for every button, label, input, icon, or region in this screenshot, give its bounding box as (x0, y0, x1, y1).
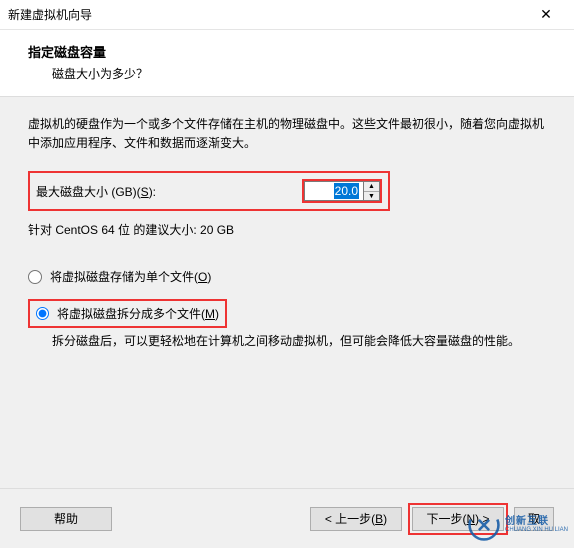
next-button-highlight: 下一步(N) > (408, 503, 508, 535)
disk-storage-radio-group: 将虚拟磁盘存储为单个文件(O) 将虚拟磁盘拆分成多个文件(M) 拆分磁盘后，可以… (28, 266, 546, 351)
radio-multi-file-highlight: 将虚拟磁盘拆分成多个文件(M) (28, 299, 227, 328)
help-button[interactable]: 帮助 (20, 507, 112, 531)
titlebar: 新建虚拟机向导 ✕ (0, 0, 574, 30)
wizard-header: 指定磁盘容量 磁盘大小为多少？ (0, 30, 574, 97)
page-title: 指定磁盘容量 (28, 42, 546, 61)
disk-size-input[interactable] (304, 181, 364, 201)
description-text: 虚拟机的硬盘作为一个或多个文件存储在主机的物理磁盘中。这些文件最初很小，随着您向… (28, 115, 546, 153)
recommended-size-text: 针对 CentOS 64 位 的建议大小: 20 GB (28, 221, 546, 238)
radio-multi-file-input[interactable] (36, 307, 49, 320)
close-button[interactable]: ✕ (526, 1, 566, 29)
back-button[interactable]: < 上一步(B) (310, 507, 402, 531)
radio-single-file-input[interactable] (28, 270, 42, 284)
next-button[interactable]: 下一步(N) > (412, 507, 504, 531)
cancel-button[interactable]: 取 (514, 507, 554, 531)
wizard-content: 虚拟机的硬盘作为一个或多个文件存储在主机的物理磁盘中。这些文件最初很小，随着您向… (0, 97, 574, 525)
radio-single-file-label: 将虚拟磁盘存储为单个文件(O) (50, 268, 211, 285)
disk-size-label: 最大磁盘大小 (GB)(S): (36, 183, 156, 200)
spinner-up-button[interactable]: ▲ (364, 182, 379, 192)
page-subtitle: 磁盘大小为多少？ (28, 65, 546, 82)
close-icon: ✕ (540, 6, 552, 23)
radio-multi-file-desc: 拆分磁盘后，可以更轻松地在计算机之间移动虚拟机，但可能会降低大容量磁盘的性能。 (52, 332, 546, 351)
disk-size-row: 最大磁盘大小 (GB)(S): 20.0 ▲ ▼ (28, 171, 390, 211)
spinner-down-button[interactable]: ▼ (364, 192, 379, 201)
window-title: 新建虚拟机向导 (8, 6, 92, 23)
radio-multi-file-label: 将虚拟磁盘拆分成多个文件(M) (57, 305, 219, 322)
disk-size-spinner: 20.0 ▲ ▼ (302, 179, 382, 203)
radio-single-file[interactable]: 将虚拟磁盘存储为单个文件(O) (28, 266, 546, 287)
wizard-footer: 帮助 < 上一步(B) 下一步(N) > 取 (0, 488, 574, 548)
